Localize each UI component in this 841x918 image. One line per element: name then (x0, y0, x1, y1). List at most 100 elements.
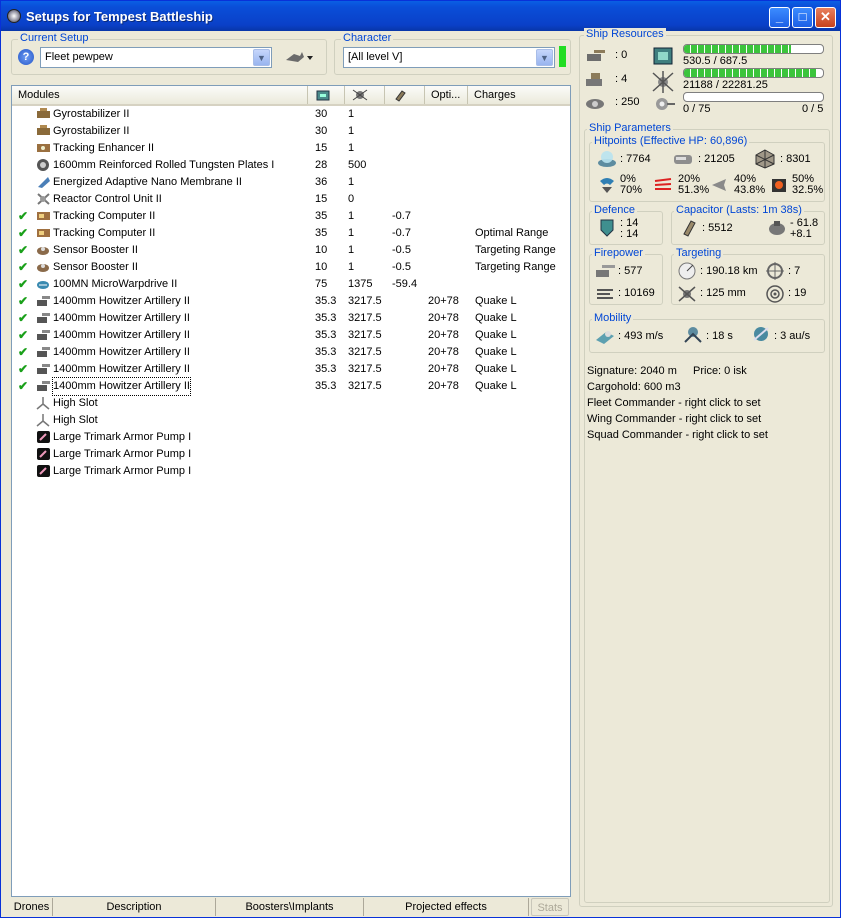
header-modules[interactable]: Modules (12, 86, 308, 104)
module-row[interactable]: ✔ Tracking Computer II 35 1 -0.7 (12, 208, 570, 225)
cpu-value: 530.5 / 687.5 (683, 55, 748, 67)
tab-stats[interactable]: Stats (531, 898, 569, 916)
module-row[interactable]: Gyrostabilizer II 30 1 (12, 106, 570, 123)
character-select[interactable]: [All level V] ▼ (343, 47, 555, 68)
setup-select[interactable]: Fleet pewpew ▼ (40, 47, 272, 68)
module-name: Sensor Booster II (53, 261, 138, 273)
explosive-resist-b: 32.5% (792, 184, 824, 196)
bottom-tabs: Drones Description Boosters\Implants Pro… (11, 898, 571, 916)
module-powergrid: 1 (348, 244, 355, 256)
squad-commander-link[interactable]: Squad Commander - right click to set (587, 429, 768, 441)
active-check-icon: ✔ (18, 226, 29, 240)
chevron-down-icon[interactable]: ▼ (253, 49, 270, 66)
module-row[interactable]: ✔ 1400mm Howitzer Artillery II 35.3 3217.5 2… (12, 344, 570, 361)
module-row[interactable]: Gyrostabilizer II 30 1 (12, 123, 570, 140)
module-name: 1600mm Reinforced Rolled Tungsten Plates… (53, 159, 275, 171)
tab-drones[interactable]: Drones (11, 898, 53, 916)
setup-menu-button[interactable] (284, 48, 316, 66)
em-resist-icon (600, 178, 614, 193)
module-row[interactable]: ✔ Sensor Booster II 10 1 -0.5 Targeting Range (12, 242, 570, 259)
module-name: High Slot (53, 414, 98, 426)
rig-icon (37, 431, 50, 443)
membrane-icon (38, 177, 50, 188)
sensor-strength-value: : 19 (788, 287, 807, 299)
module-cpu: 30 (315, 125, 328, 137)
module-powergrid: 1 (348, 210, 355, 222)
close-button[interactable]: ✕ (815, 7, 836, 28)
header-powergrid[interactable] (345, 86, 385, 104)
velocity-value: : 493 m/s (618, 330, 664, 342)
hitpoints-label: Hitpoints (Effective HP: 60,896) (592, 135, 750, 147)
module-row[interactable]: Large Trimark Armor Pump I (12, 429, 570, 446)
header-optimal[interactable]: Opti... (425, 86, 468, 104)
module-optimal: 20+78 (428, 312, 459, 324)
tracking-computer-icon (37, 212, 50, 220)
artillery-icon (37, 347, 50, 357)
module-cpu: 35.3 (315, 346, 337, 358)
module-row[interactable]: 1600mm Reinforced Rolled Tungsten Plates… (12, 157, 570, 174)
ship-resources-label: Ship Resources (584, 28, 666, 40)
module-row[interactable]: ✔ Sensor Booster II 10 1 -0.5 Targeting Range (12, 259, 570, 276)
thermal-resist-b: 51.3% (678, 184, 710, 196)
module-row[interactable]: ✔ 100MN MicroWarpdrive II 75 1375 -59.4 (12, 276, 570, 293)
module-name: Sensor Booster II (53, 244, 138, 256)
module-row[interactable]: High Slot (12, 412, 570, 429)
module-row[interactable]: High Slot (12, 395, 570, 412)
module-powergrid: 1 (348, 227, 355, 239)
armor-icon (674, 155, 692, 164)
cpu-icon (316, 90, 330, 101)
minimize-button[interactable]: _ (769, 7, 790, 28)
character-status-indicator (559, 46, 566, 67)
capacitor-recharge-icon (769, 221, 785, 235)
module-name: Large Trimark Armor Pump I (53, 448, 192, 460)
module-optimal: 20+78 (428, 329, 459, 341)
turret-hardpoint-icon (587, 50, 605, 61)
tab-description[interactable]: Description (53, 898, 216, 916)
module-row[interactable]: Reactor Control Unit II 15 0 (12, 191, 570, 208)
firepower-dps-value: : 577 (618, 265, 643, 277)
module-row[interactable]: Large Trimark Armor Pump I (12, 446, 570, 463)
tab-projected-effects[interactable]: Projected effects (364, 898, 529, 916)
module-powergrid: 3217.5 (348, 329, 382, 341)
thermal-resist-icon (654, 178, 672, 190)
module-cpu: 35.3 (315, 295, 337, 307)
rig-icon (37, 448, 50, 460)
mobility-label: Mobility (592, 312, 634, 324)
module-charge: Quake L (475, 329, 517, 341)
powergrid-bar (683, 68, 824, 78)
firepower-volley-value: : 10169 (618, 287, 655, 299)
module-row[interactable]: ✔ 1400mm Howitzer Artillery II 35.3 3217.5 2… (12, 293, 570, 310)
header-cpu[interactable] (308, 86, 345, 104)
module-row[interactable]: Energized Adaptive Nano Membrane II 36 1 (12, 174, 570, 191)
module-cpu: 35 (315, 227, 328, 239)
ship-parameters-label: Ship Parameters (587, 122, 673, 134)
help-icon[interactable]: ? (18, 49, 34, 65)
header-charges[interactable]: Charges (468, 86, 570, 104)
module-row[interactable]: ✔ 1400mm Howitzer Artillery II 35.3 3217.5 2… (12, 377, 570, 396)
modules-list[interactable]: Modules Opti... Charges Gyrostabilizer I… (11, 85, 571, 897)
chevron-down-icon[interactable]: ▼ (536, 49, 553, 66)
module-row[interactable]: Large Trimark Armor Pump I (12, 463, 570, 480)
module-row[interactable]: ✔ 1400mm Howitzer Artillery II 35.3 3217.5 2… (12, 361, 570, 378)
active-check-icon: ✔ (18, 243, 29, 257)
armor-hp-value: : 21205 (698, 153, 735, 165)
module-row[interactable]: ✔ Tracking Computer II 35 1 -0.7 Optimal Rang… (12, 225, 570, 242)
wing-commander-link[interactable]: Wing Commander - right click to set (587, 413, 761, 425)
defence-shield-icon (600, 219, 614, 237)
maximize-button[interactable]: □ (792, 7, 813, 28)
fleet-commander-link[interactable]: Fleet Commander - right click to set (587, 397, 761, 409)
structure-hp-value: : 8301 (780, 153, 811, 165)
rig-slots-value: 0 / 5 (802, 103, 824, 115)
module-charge: Quake L (475, 346, 517, 358)
module-powergrid: 1 (348, 125, 355, 137)
module-name: 1400mm Howitzer Artillery II (53, 295, 190, 307)
active-check-icon: ✔ (18, 294, 29, 308)
ship-panel: Ship Resources : 0 : 4 : 250 530.5 / 687… (579, 28, 833, 907)
module-row[interactable]: Tracking Enhancer II 15 1 (12, 140, 570, 157)
tab-boosters-implants[interactable]: Boosters\Implants (216, 898, 364, 916)
module-row[interactable]: ✔ 1400mm Howitzer Artillery II 35.3 3217.5 2… (12, 327, 570, 344)
title-bar[interactable]: Setups for Tempest Battleship _ □ ✕ (1, 1, 840, 31)
header-capacitor[interactable] (385, 86, 425, 104)
module-row[interactable]: ✔ 1400mm Howitzer Artillery II 35.3 3217.5 2… (12, 310, 570, 327)
active-check-icon: ✔ (18, 345, 29, 359)
